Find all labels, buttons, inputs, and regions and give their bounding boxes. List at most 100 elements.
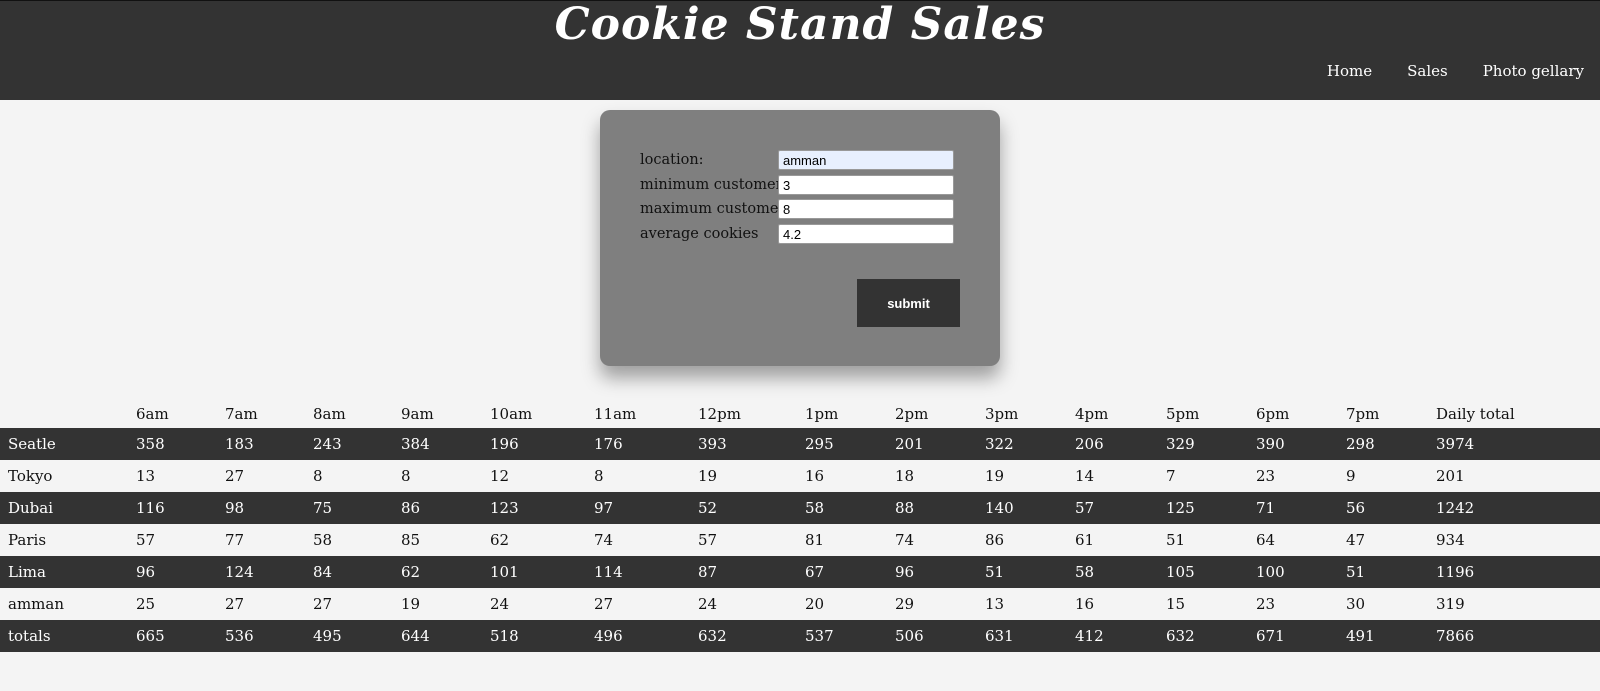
table-cell: 412 [1075, 620, 1166, 652]
table-cell: 20 [805, 588, 895, 620]
table-cell: 57 [136, 524, 225, 556]
column-header: Daily total [1436, 405, 1515, 423]
table-cell: 58 [313, 524, 401, 556]
add-location-form: location: minimum customers maximum cust… [600, 110, 1000, 366]
totals-row: totals 665 536 495 644 518 496 632 537 506 631 412 6… [0, 620, 1600, 652]
table-cell: 64 [1256, 524, 1346, 556]
table-cell: 518 [490, 620, 594, 652]
table-cell: 506 [895, 620, 985, 652]
column-header: 6pm [1256, 405, 1290, 423]
table-cell: 87 [698, 556, 805, 588]
table-cell: 536 [225, 620, 313, 652]
table-cell: 8 [313, 460, 401, 492]
min-customers-input[interactable] [778, 175, 954, 195]
table-cell: 16 [1075, 588, 1166, 620]
avg-cookies-input[interactable] [778, 224, 954, 244]
submit-button[interactable]: submit [857, 279, 960, 327]
max-customers-input[interactable] [778, 199, 954, 219]
table-cell: 47 [1346, 524, 1436, 556]
table-cell: 62 [401, 556, 490, 588]
column-header: 6am [136, 405, 169, 423]
table-cell: 97 [594, 492, 698, 524]
nav-photo-gallery-link[interactable]: Photo gellary [1483, 62, 1584, 80]
table-cell: 243 [313, 428, 401, 460]
table-cell: 329 [1166, 428, 1256, 460]
table-cell: 51 [985, 556, 1075, 588]
table-cell: 67 [805, 556, 895, 588]
table-cell: 295 [805, 428, 895, 460]
table-cell: 23 [1256, 460, 1346, 492]
table-cell: 206 [1075, 428, 1166, 460]
table-cell: 57 [1075, 492, 1166, 524]
location-input[interactable] [778, 150, 954, 170]
table-cell: 319 [1436, 588, 1600, 620]
table-cell: 393 [698, 428, 805, 460]
table-cell: 27 [225, 588, 313, 620]
table-cell: 3974 [1436, 428, 1600, 460]
sales-table: 6am 7am 8am 9am 10am 11am 12pm 1pm 2pm 3pm 4pm 5pm 6… [0, 400, 1600, 652]
table-cell: 632 [698, 620, 805, 652]
table-cell: 71 [1256, 492, 1346, 524]
table-cell: 665 [136, 620, 225, 652]
column-header: 5pm [1166, 405, 1200, 423]
table-cell: 537 [805, 620, 895, 652]
table-cell: 84 [313, 556, 401, 588]
table-cell: 29 [895, 588, 985, 620]
table-row: Paris 57 77 58 85 62 74 57 81 74 86 61 51 64 47 934 [0, 524, 1600, 556]
table-cell: 491 [1346, 620, 1436, 652]
table-cell: 123 [490, 492, 594, 524]
table-cell: 176 [594, 428, 698, 460]
table-cell: 51 [1346, 556, 1436, 588]
table-cell: 27 [225, 460, 313, 492]
column-header: 10am [490, 405, 533, 423]
table-cell: 124 [225, 556, 313, 588]
table-cell: 30 [1346, 588, 1436, 620]
column-header: 8am [313, 405, 346, 423]
form-row-max-customers: maximum customers [640, 199, 960, 221]
table-cell: 27 [594, 588, 698, 620]
table-cell: 19 [698, 460, 805, 492]
table-cell: 19 [401, 588, 490, 620]
column-header: 2pm [895, 405, 929, 423]
table-cell: 358 [136, 428, 225, 460]
table-cell: 125 [1166, 492, 1256, 524]
row-label: Tokyo [0, 460, 136, 492]
table-row: Seatle 358 183 243 384 196 176 393 295 201 322 206 3… [0, 428, 1600, 460]
column-header: 11am [594, 405, 637, 423]
table-cell: 96 [895, 556, 985, 588]
table-cell: 58 [805, 492, 895, 524]
table-cell: 1196 [1436, 556, 1600, 588]
site-title: Cookie Stand Sales [554, 0, 1046, 50]
table-row: amman 25 27 27 19 24 27 24 20 29 13 16 15 23 30 319 [0, 588, 1600, 620]
form-row-avg-cookies: average cookies [640, 224, 960, 246]
table-cell: 16 [805, 460, 895, 492]
site-header: Cookie Stand Sales Home Sales Photo gell… [0, 0, 1600, 100]
table-cell: 58 [1075, 556, 1166, 588]
column-header: 7am [225, 405, 258, 423]
table-cell: 27 [313, 588, 401, 620]
table-cell: 390 [1256, 428, 1346, 460]
table-cell: 1242 [1436, 492, 1600, 524]
column-header: 7pm [1346, 405, 1380, 423]
table-cell: 322 [985, 428, 1075, 460]
nav-home-link[interactable]: Home [1327, 62, 1372, 80]
table-cell: 56 [1346, 492, 1436, 524]
table-cell: 86 [985, 524, 1075, 556]
table-cell: 24 [490, 588, 594, 620]
table-cell: 62 [490, 524, 594, 556]
form-row-min-customers: minimum customers [640, 175, 960, 197]
table-cell: 88 [895, 492, 985, 524]
row-label: Paris [0, 524, 136, 556]
table-cell: 81 [805, 524, 895, 556]
table-cell: 85 [401, 524, 490, 556]
table-cell: 105 [1166, 556, 1256, 588]
table-cell: 61 [1075, 524, 1166, 556]
table-cell: 13 [985, 588, 1075, 620]
table-cell: 934 [1436, 524, 1600, 556]
table-cell: 201 [1436, 460, 1600, 492]
table-cell: 74 [895, 524, 985, 556]
min-customers-label: minimum customers [640, 177, 790, 193]
nav-sales-link[interactable]: Sales [1407, 62, 1448, 80]
table-header-row: 6am 7am 8am 9am 10am 11am 12pm 1pm 2pm 3pm 4pm 5pm 6… [0, 400, 1600, 428]
table-cell: 644 [401, 620, 490, 652]
